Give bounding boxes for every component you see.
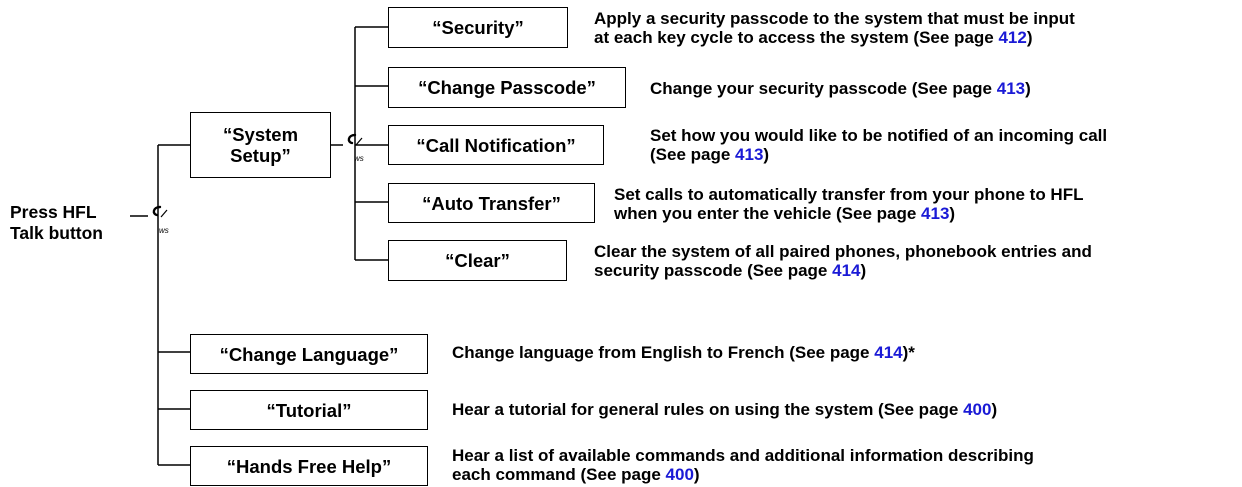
command-box-tutorial: “Tutorial” <box>190 390 428 430</box>
command-description-hands-free-help: Hear a list of available commands and ad… <box>452 446 1034 484</box>
command-description-change-passcode: Change your security passcode (See page … <box>650 79 1031 98</box>
system-setup-box: “System Setup” <box>190 112 331 178</box>
page-reference: 400 <box>665 465 694 484</box>
command-description-change-language: Change language from English to French (… <box>452 343 915 362</box>
svg-text:ws: ws <box>354 154 364 163</box>
page-reference: 413 <box>735 145 764 164</box>
command-description-tutorial: Hear a tutorial for general rules on usi… <box>452 400 998 419</box>
command-box-hands-free-help: “Hands Free Help” <box>190 446 428 486</box>
command-box-security: “Security” <box>388 7 568 48</box>
command-description-clear: Clear the system of all paired phones, p… <box>594 242 1092 280</box>
page-reference: 414 <box>874 343 903 362</box>
command-description-auto-transfer: Set calls to automatically transfer from… <box>614 185 1084 223</box>
voice-command-icon: ws <box>152 205 169 235</box>
page-reference: 414 <box>832 261 861 280</box>
command-box-change-passcode: “Change Passcode” <box>388 67 626 108</box>
command-description-security: Apply a security passcode to the system … <box>594 9 1075 47</box>
command-box-clear: “Clear” <box>388 240 567 281</box>
page-reference: 412 <box>998 28 1027 47</box>
root-command-label: Press HFL Talk button <box>10 202 103 243</box>
command-description-call-notification: Set how you would like to be notified of… <box>650 126 1108 164</box>
svg-text:ws: ws <box>159 226 169 235</box>
page-reference: 400 <box>963 400 992 419</box>
command-box-call-notification: “Call Notification” <box>388 125 604 165</box>
page-reference: 413 <box>921 204 950 223</box>
command-box-auto-transfer: “Auto Transfer” <box>388 183 595 223</box>
page-reference: 413 <box>996 79 1026 98</box>
command-box-change-language: “Change Language” <box>190 334 428 374</box>
hfl-command-tree: ws ws Press HFL Talk button “System Setu… <box>0 0 1242 487</box>
voice-command-icon: ws <box>347 133 364 163</box>
